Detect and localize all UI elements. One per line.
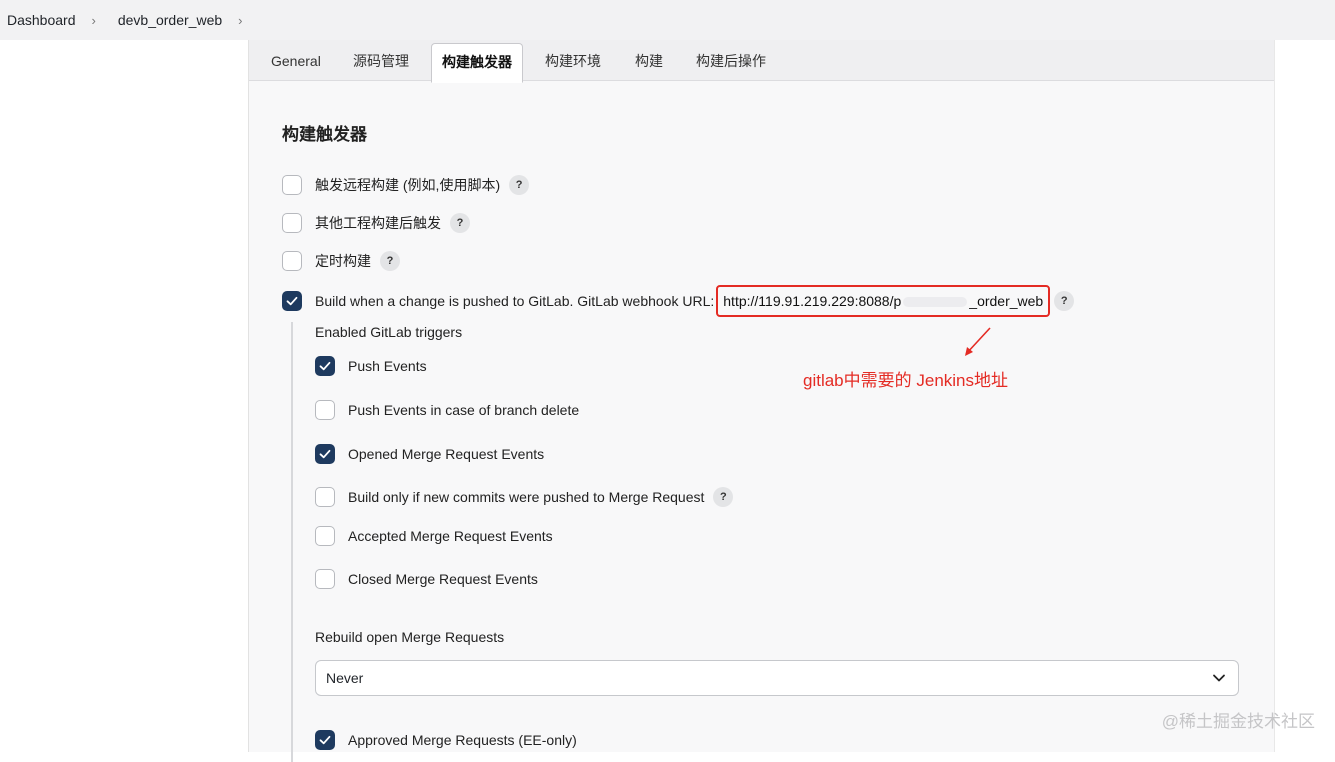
closed-mr-label: Closed Merge Request Events — [348, 571, 538, 587]
checkbox-after-other[interactable] — [282, 213, 302, 233]
checkbox-accepted-mr[interactable] — [315, 526, 335, 546]
gitlab-trigger-item: Build only if new commits were pushed to… — [315, 487, 734, 507]
push-events-label: Push Events — [348, 358, 427, 374]
approved-mr-label: Approved Merge Requests (EE-only) — [348, 732, 577, 748]
gitlab-trigger-item: Push Events in case of branch delete — [315, 400, 579, 420]
tab-build-triggers[interactable]: 构建触发器 — [431, 43, 523, 83]
chevron-right-icon: › — [91, 12, 96, 28]
trigger-timer-label: 定时构建 — [315, 253, 371, 269]
trigger-after-other-label: 其他工程构建后触发 — [315, 215, 441, 231]
new-commits-mr-label: Build only if new commits were pushed to… — [348, 489, 705, 505]
accepted-mr-label: Accepted Merge Request Events — [348, 528, 553, 544]
nested-options-border — [291, 322, 293, 762]
breadcrumb: Dashboard › devb_order_web › — [0, 0, 1335, 40]
checkbox-opened-mr[interactable] — [315, 444, 335, 464]
gitlab-trigger-item: Closed Merge Request Events — [315, 569, 538, 589]
trigger-gitlab: Build when a change is pushed to GitLab.… — [282, 285, 1075, 317]
rebuild-select[interactable]: Never — [315, 660, 1239, 696]
tab-general[interactable]: General — [271, 42, 321, 80]
trigger-gitlab-label: Build when a change is pushed to GitLab.… — [315, 293, 715, 309]
checkbox-push-branch-delete[interactable] — [315, 400, 335, 420]
checkmark-icon — [319, 735, 331, 745]
webhook-url-suffix: _order_web — [969, 293, 1044, 309]
trigger-after-other: 其他工程构建后触发 ? — [282, 213, 470, 233]
rebuild-label: Rebuild open Merge Requests — [315, 629, 505, 645]
chevron-down-icon — [1213, 674, 1225, 682]
checkbox-gitlab[interactable] — [282, 291, 302, 311]
checkbox-remote[interactable] — [282, 175, 302, 195]
tab-build-env[interactable]: 构建环境 — [545, 42, 601, 80]
trigger-remote: 触发远程构建 (例如,使用脚本) ? — [282, 175, 530, 195]
redacted-blur — [903, 297, 968, 308]
webhook-url: http://119.91.219.229:8088/p _order_web — [716, 285, 1051, 317]
trigger-timer: 定时构建 ? — [282, 251, 400, 271]
webhook-url-prefix: http://119.91.219.229:8088/p — [723, 293, 902, 309]
tab-bar: General 源码管理 构建触发器 构建环境 构建 构建后操作 — [249, 40, 1274, 83]
checkmark-icon — [319, 361, 331, 371]
breadcrumb-dashboard[interactable]: Dashboard — [0, 12, 76, 28]
push-branch-delete-label: Push Events in case of branch delete — [348, 402, 580, 418]
checkbox-push-events[interactable] — [315, 356, 335, 376]
tab-build[interactable]: 构建 — [635, 42, 663, 80]
gitlab-triggers-heading: Enabled GitLab triggers — [315, 324, 463, 340]
opened-mr-label: Opened Merge Request Events — [348, 446, 545, 462]
gitlab-trigger-item: Accepted Merge Request Events — [315, 526, 553, 546]
trigger-remote-label: 触发远程构建 (例如,使用脚本) — [315, 177, 501, 193]
checkbox-closed-mr[interactable] — [315, 569, 335, 589]
tab-source[interactable]: 源码管理 — [353, 42, 409, 80]
watermark: @稀土掘金技术社区 — [1161, 712, 1315, 731]
help-icon[interactable]: ? — [450, 213, 470, 233]
annotation-arrow-icon — [965, 327, 991, 356]
section-title: 构建触发器 — [282, 125, 367, 144]
checkmark-icon — [286, 296, 298, 306]
checkbox-new-commits-mr[interactable] — [315, 487, 335, 507]
gitlab-trigger-item: Opened Merge Request Events — [315, 444, 544, 464]
approved-mr-row: Approved Merge Requests (EE-only) — [315, 730, 577, 750]
annotation-text: gitlab中需要的 Jenkins地址 — [803, 371, 1009, 390]
gitlab-trigger-item: Push Events — [315, 356, 427, 376]
help-icon[interactable]: ? — [1054, 291, 1075, 311]
chevron-right-icon[interactable]: › — [238, 13, 242, 28]
help-icon[interactable]: ? — [380, 251, 400, 271]
help-icon[interactable]: ? — [713, 487, 734, 507]
tab-post-build[interactable]: 构建后操作 — [696, 42, 766, 80]
breadcrumb-project[interactable]: devb_order_web — [118, 12, 222, 28]
config-panel: General 源码管理 构建触发器 构建环境 构建 构建后操作 构建触发器 触… — [249, 40, 1275, 762]
checkmark-icon — [319, 449, 331, 459]
checkbox-timer[interactable] — [282, 251, 302, 271]
rebuild-select-value: Never — [326, 670, 364, 686]
checkbox-approved-mr[interactable] — [315, 730, 335, 750]
help-icon[interactable]: ? — [509, 175, 530, 195]
